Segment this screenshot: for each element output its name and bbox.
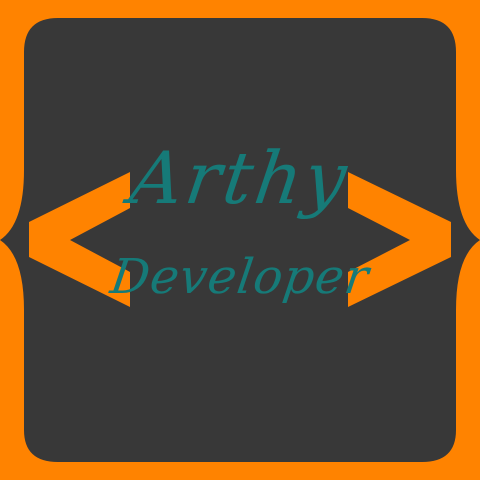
dark-panel [0, 18, 480, 462]
logo-name: Arthy [125, 136, 355, 220]
logo-role: Developer [107, 249, 373, 305]
logo-graphic [0, 0, 480, 480]
logo-canvas: Arthy Developer [0, 0, 480, 480]
